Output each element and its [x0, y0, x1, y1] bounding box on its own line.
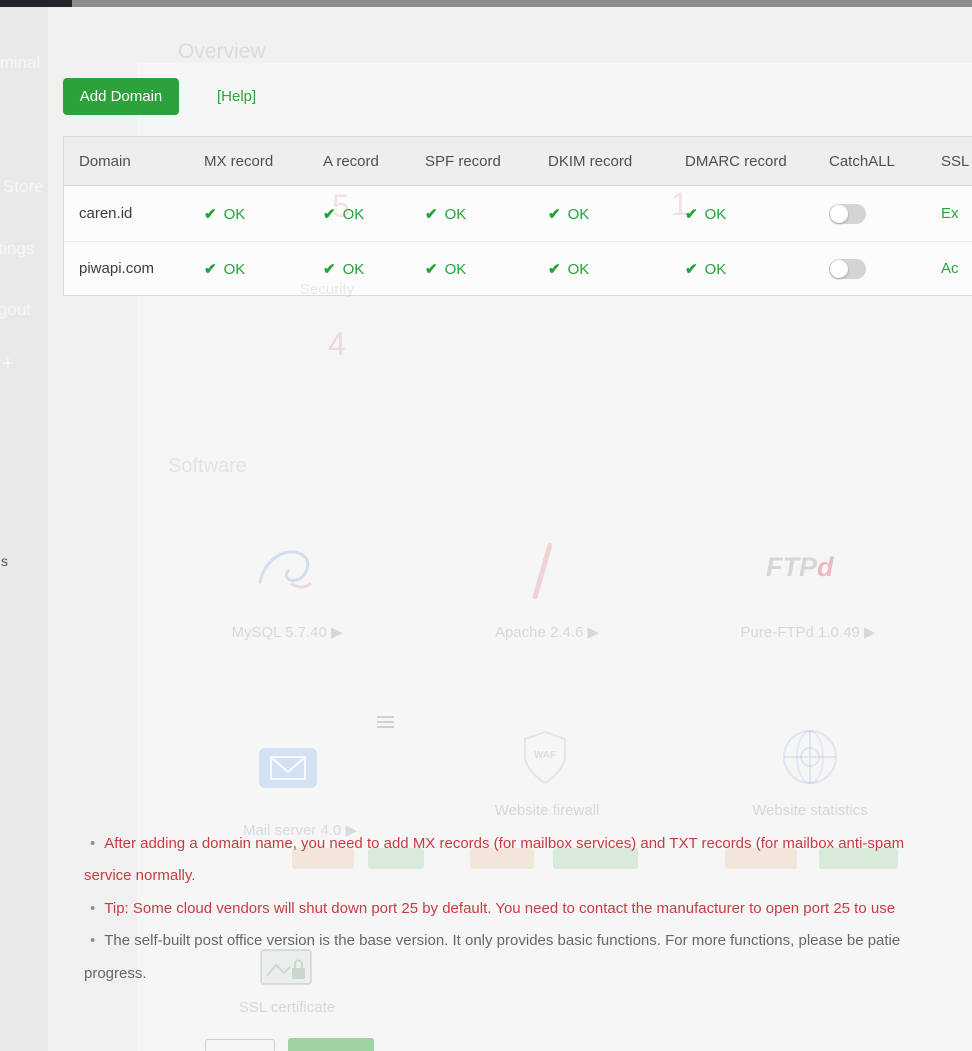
spf-status: ✔ OK [410, 260, 533, 278]
catchall-cell [814, 203, 926, 224]
status-text: OK [704, 205, 727, 223]
sidebar-item-logout: Logout [0, 300, 31, 319]
note-text: Tip: Some cloud vendors will shut down p… [104, 900, 896, 917]
check-icon: ✔ [323, 260, 336, 278]
dimmed-sidebar: Terminal App Store Settings Logout + [0, 7, 48, 1051]
status-text: OK [444, 260, 467, 278]
dkim-status: ✔ OK [533, 260, 670, 278]
check-icon: ✔ [685, 205, 698, 223]
catchall-cell [814, 258, 926, 279]
table-row: piwapi.com ✔ OK ✔ OK ✔ OK ✔ OK ✔ OK Ac [64, 241, 972, 295]
ssl-action-link[interactable]: Ex [926, 205, 972, 222]
check-icon: ✔ [548, 205, 561, 223]
column-header-dkim: DKIM record [548, 152, 633, 170]
column-header-mx: MX record [204, 152, 274, 170]
bullet-icon: • [90, 835, 96, 852]
status-text: OK [567, 260, 590, 278]
check-icon: ✔ [204, 205, 217, 223]
a-status: ✔ OK [308, 205, 410, 223]
status-text: OK [567, 205, 590, 223]
sidebar-item-add: + [2, 353, 14, 375]
column-header-ssl: SSL [941, 152, 970, 170]
domain-table: Domain MX record A record SPF record DKI… [63, 136, 972, 296]
check-icon: ✔ [323, 205, 336, 223]
sidebar-item-settings: Settings [0, 239, 35, 258]
note-bullet-2: • Tip: Some cloud vendors will shut down … [90, 900, 895, 917]
install-button-faint [288, 1038, 374, 1051]
stray-letter: s [1, 553, 8, 569]
bullet-icon: • [90, 932, 96, 949]
column-header-catchall: CatchALL [829, 152, 895, 170]
bullet-icon: • [90, 900, 96, 917]
note-bullet-3-continued: progress. [84, 965, 147, 982]
status-text: OK [223, 260, 246, 278]
catchall-toggle[interactable] [829, 258, 866, 279]
dmarc-status: ✔ OK [670, 260, 814, 278]
mx-status: ✔ OK [189, 205, 308, 223]
check-icon: ✔ [204, 260, 217, 278]
column-header-a: A record [323, 152, 379, 170]
note-text: After adding a domain name, you need to … [104, 835, 905, 852]
column-header-spf: SPF record [425, 152, 501, 170]
status-text: OK [342, 205, 365, 223]
toggle-knob [830, 204, 848, 223]
help-link[interactable]: [Help] [217, 88, 256, 105]
check-icon: ✔ [685, 260, 698, 278]
sidebar-item-app-store: App Store [0, 177, 44, 196]
note-bullet-1: • After adding a domain name, you need to… [90, 835, 904, 852]
note-bullet-1-continued: service normally. [84, 867, 196, 884]
status-text: OK [444, 205, 467, 223]
browser-top-strip [0, 0, 972, 7]
table-header-row: Domain MX record A record SPF record DKI… [64, 137, 972, 186]
check-icon: ✔ [425, 205, 438, 223]
status-text: OK [704, 260, 727, 278]
toggle-knob [830, 259, 848, 278]
note-text: The self-built post office version is th… [104, 932, 901, 949]
mail-server-domain-overlay: Terminal App Store Settings Logout + s O… [0, 0, 972, 1051]
note-bullet-3: • The self-built post office version is t… [90, 932, 900, 949]
catchall-toggle[interactable] [829, 203, 866, 224]
mx-status: ✔ OK [189, 260, 308, 278]
table-row: caren.id ✔ OK ✔ OK ✔ OK ✔ OK ✔ OK Ex [64, 186, 972, 241]
column-header-dmarc: DMARC record [685, 152, 787, 170]
dmarc-status: ✔ OK [670, 205, 814, 223]
add-domain-button[interactable]: Add Domain [63, 78, 179, 115]
renew-button-faint [205, 1039, 275, 1051]
check-icon: ✔ [548, 260, 561, 278]
domain-cell: piwapi.com [79, 260, 155, 277]
sidebar-item-terminal: Terminal [0, 53, 41, 72]
spf-status: ✔ OK [410, 205, 533, 223]
check-icon: ✔ [425, 260, 438, 278]
domain-cell: caren.id [79, 205, 133, 222]
column-header-domain: Domain [79, 152, 131, 170]
ssl-action-link[interactable]: Ac [926, 260, 972, 277]
status-text: OK [342, 260, 365, 278]
browser-tab-strip [0, 0, 72, 7]
a-status: ✔ OK [308, 260, 410, 278]
status-text: OK [223, 205, 246, 223]
dkim-status: ✔ OK [533, 205, 670, 223]
